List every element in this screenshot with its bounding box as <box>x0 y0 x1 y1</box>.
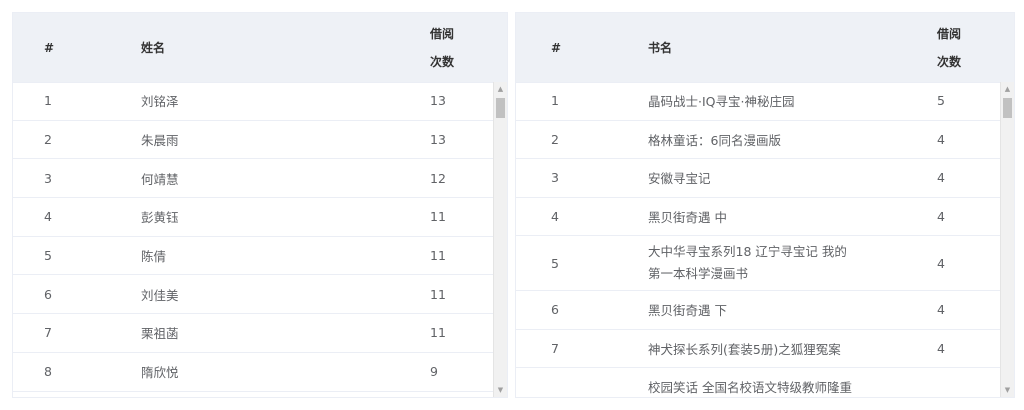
borrow-count: 4 <box>937 170 945 186</box>
table-row[interactable]: 5 陈倩 11 <box>13 237 493 276</box>
reader-name: 彭黄钰 <box>141 210 179 226</box>
row-index: 6 <box>551 302 559 318</box>
column-header-count-line2: 次数 <box>937 54 962 69</box>
book-title: 大中华寻宝系列18 辽宁寻宝记 我的 第一本科学漫画书 <box>648 236 847 290</box>
book-ranking-table: # 书名 借阅 次数 1 晶码战士·IQ寻宝·神秘庄园 5 2 格林童话：6同名漫画版 4… <box>515 12 1015 398</box>
reader-name: 刘铭泽 <box>141 94 179 110</box>
column-header-count-line1: 借阅 <box>430 26 455 41</box>
book-title: 安徽寻宝记 <box>648 171 711 187</box>
book-title-line2: 第一本科学漫画书 <box>648 266 749 281</box>
column-header-count-line1: 借阅 <box>937 26 962 41</box>
table-row[interactable]: 校园笑话 全国名校语文特级教师隆重 <box>516 368 1000 397</box>
book-title: 校园笑话 全国名校语文特级教师隆重 <box>648 380 852 396</box>
row-index: 4 <box>551 208 559 224</box>
row-index: 5 <box>44 248 52 264</box>
reader-ranking-table: # 姓名 借阅 次数 1 刘铭泽 13 2 朱晨雨 13 3 何靖慧 12 4 彭黄钰 11 5 陈倩 11… <box>12 12 508 398</box>
borrow-count: 11 <box>430 248 446 264</box>
table-row[interactable]: 6 黑贝街奇遇 下 4 <box>516 291 1000 330</box>
reader-name: 陈倩 <box>141 249 167 265</box>
borrow-count: 11 <box>430 325 446 341</box>
borrow-count: 4 <box>937 208 945 224</box>
borrow-count: 4 <box>937 340 945 356</box>
scroll-down-icon[interactable]: ▼ <box>494 383 507 397</box>
table-row[interactable]: 2 格林童话：6同名漫画版 4 <box>516 121 1000 159</box>
column-header-count-line2: 次数 <box>430 54 455 69</box>
table-row[interactable]: 3 何靖慧 12 <box>13 159 493 199</box>
reader-name: 隋欣悦 <box>141 365 179 381</box>
row-index: 2 <box>44 132 52 148</box>
book-title: 黑贝街奇遇 下 <box>648 303 727 319</box>
book-title: 神犬探长系列(套装5册)之狐狸冤案 <box>648 341 841 357</box>
book-title: 黑贝街奇遇 中 <box>648 209 727 225</box>
column-header-title: 书名 <box>648 41 673 55</box>
book-title: 格林童话：6同名漫画版 <box>648 132 781 148</box>
book-title-line1: 大中华寻宝系列18 辽宁寻宝记 我的 <box>648 244 847 259</box>
column-header-name: 姓名 <box>141 41 166 55</box>
table-row[interactable]: 1 刘铭泽 13 <box>13 82 493 121</box>
column-header-index: # <box>551 40 562 55</box>
row-index: 3 <box>44 170 52 186</box>
reader-name: 朱晨雨 <box>141 133 179 149</box>
table-body: 1 刘铭泽 13 2 朱晨雨 13 3 何靖慧 12 4 彭黄钰 11 5 陈倩 11 6 刘佳美 11 7 栗祖菡 1… <box>13 82 493 397</box>
row-index: 1 <box>551 93 559 109</box>
row-index: 1 <box>44 93 52 109</box>
scrollbar-thumb[interactable] <box>1003 98 1012 118</box>
scroll-up-icon[interactable]: ▲ <box>494 82 507 96</box>
scroll-down-icon[interactable]: ▼ <box>1001 383 1014 397</box>
reader-name: 栗祖菡 <box>141 326 179 342</box>
table-row[interactable]: 2 朱晨雨 13 <box>13 121 493 160</box>
borrow-count: 4 <box>937 302 945 318</box>
book-title: 晶码战士·IQ寻宝·神秘庄园 <box>648 94 795 110</box>
table-row[interactable]: 4 黑贝街奇遇 中 4 <box>516 198 1000 236</box>
table-row[interactable]: 4 彭黄钰 11 <box>13 198 493 237</box>
row-index: 7 <box>44 325 52 341</box>
column-header-count: 借阅 次数 <box>430 13 454 82</box>
borrow-count: 11 <box>430 209 446 225</box>
borrow-count: 12 <box>430 170 446 186</box>
borrow-count: 4 <box>937 255 945 271</box>
borrow-count: 5 <box>937 93 945 109</box>
row-index: 3 <box>551 170 559 186</box>
table-row[interactable]: 3 安徽寻宝记 4 <box>516 159 1000 198</box>
row-index: 7 <box>551 340 559 356</box>
borrow-count: 11 <box>430 286 446 302</box>
table-row[interactable]: 7 神犬探长系列(套装5册)之狐狸冤案 4 <box>516 330 1000 368</box>
table-header: # 书名 借阅 次数 <box>516 13 1014 83</box>
scrollbar-thumb[interactable] <box>496 98 505 118</box>
row-index: 5 <box>551 255 559 271</box>
reader-name: 刘佳美 <box>141 287 179 303</box>
vertical-scrollbar[interactable]: ▲ ▼ <box>493 82 507 397</box>
table-row[interactable]: 8 隋欣悦 9 <box>13 353 493 392</box>
table-row[interactable]: 1 晶码战士·IQ寻宝·神秘庄园 5 <box>516 82 1000 121</box>
borrow-count: 13 <box>430 93 446 109</box>
borrow-count: 4 <box>937 131 945 147</box>
table-body: 1 晶码战士·IQ寻宝·神秘庄园 5 2 格林童话：6同名漫画版 4 3 安徽寻宝记 4 4 黑贝街… <box>516 82 1000 397</box>
scroll-up-icon[interactable]: ▲ <box>1001 82 1014 96</box>
borrow-count: 13 <box>430 132 446 148</box>
table-row[interactable]: 7 栗祖菡 11 <box>13 314 493 353</box>
column-header-index: # <box>44 40 55 55</box>
table-row[interactable]: 6 刘佳美 11 <box>13 275 493 315</box>
row-index: 2 <box>551 131 559 147</box>
borrow-count: 9 <box>430 364 438 380</box>
row-index: 6 <box>44 286 52 302</box>
reader-name: 何靖慧 <box>141 171 179 187</box>
row-index: 8 <box>44 364 52 380</box>
table-row[interactable]: 5 大中华寻宝系列18 辽宁寻宝记 我的 第一本科学漫画书 4 <box>516 236 1000 291</box>
column-header-count: 借阅 次数 <box>937 13 961 82</box>
vertical-scrollbar[interactable]: ▲ ▼ <box>1000 82 1014 397</box>
table-header: # 姓名 借阅 次数 <box>13 13 507 83</box>
row-index: 4 <box>44 209 52 225</box>
